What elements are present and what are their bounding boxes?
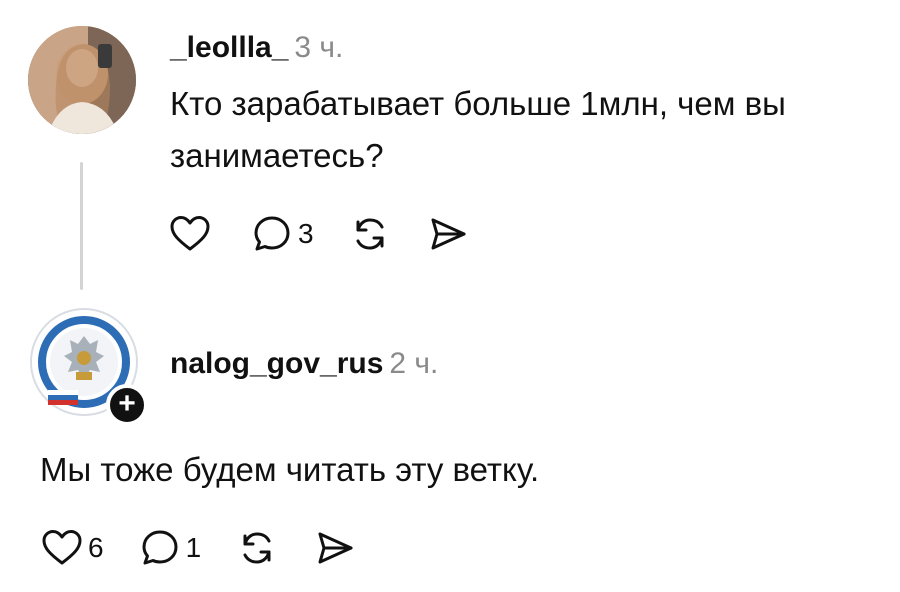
share-button[interactable] [313, 526, 357, 570]
like-button[interactable]: 6 [40, 526, 104, 570]
heart-icon [170, 216, 210, 251]
post-text: Кто зарабатывает больше 1млн, чем вы зан… [170, 85, 786, 174]
avatar[interactable] [28, 26, 136, 134]
heart-icon [42, 530, 82, 565]
username[interactable]: nalog_gov_rus [170, 347, 383, 380]
repost-icon [243, 532, 271, 564]
post: + nalog_gov_rus 2 ч. Мы тоже будем читать… [0, 300, 900, 592]
reply-count: 3 [298, 218, 314, 249]
post: _leollla_ 3 ч. Кто зарабатывает больше 1м… [0, 0, 900, 300]
repost-button[interactable] [235, 526, 279, 570]
reply-button[interactable]: 1 [138, 526, 202, 570]
comment-icon [254, 216, 290, 251]
repost-button[interactable] [348, 212, 392, 256]
timestamp: 3 ч. [294, 31, 344, 64]
like-button[interactable] [168, 212, 216, 256]
timestamp: 2 ч. [389, 347, 439, 380]
share-button[interactable] [426, 212, 470, 256]
post-text: Мы тоже будем читать эту ветку. [40, 451, 540, 488]
repost-icon [356, 218, 384, 250]
action-bar: 6 1 [40, 526, 391, 570]
post-header: nalog_gov_rus 2 ч. [170, 346, 438, 382]
username[interactable]: _leollla_ [170, 31, 288, 64]
follow-badge[interactable]: + [106, 384, 148, 426]
plus-icon: + [118, 387, 136, 420]
action-bar: 3 [168, 212, 504, 256]
like-count: 6 [88, 532, 104, 563]
avatar[interactable]: + [30, 308, 148, 426]
comment-icon [142, 530, 178, 565]
reply-button[interactable]: 3 [250, 212, 314, 256]
post-header: _leollla_ 3 ч. [170, 30, 343, 66]
share-icon [431, 218, 466, 250]
thread-line [80, 162, 83, 290]
profile-photo-icon [28, 26, 136, 134]
reply-count: 1 [185, 532, 202, 563]
share-icon [318, 532, 353, 564]
